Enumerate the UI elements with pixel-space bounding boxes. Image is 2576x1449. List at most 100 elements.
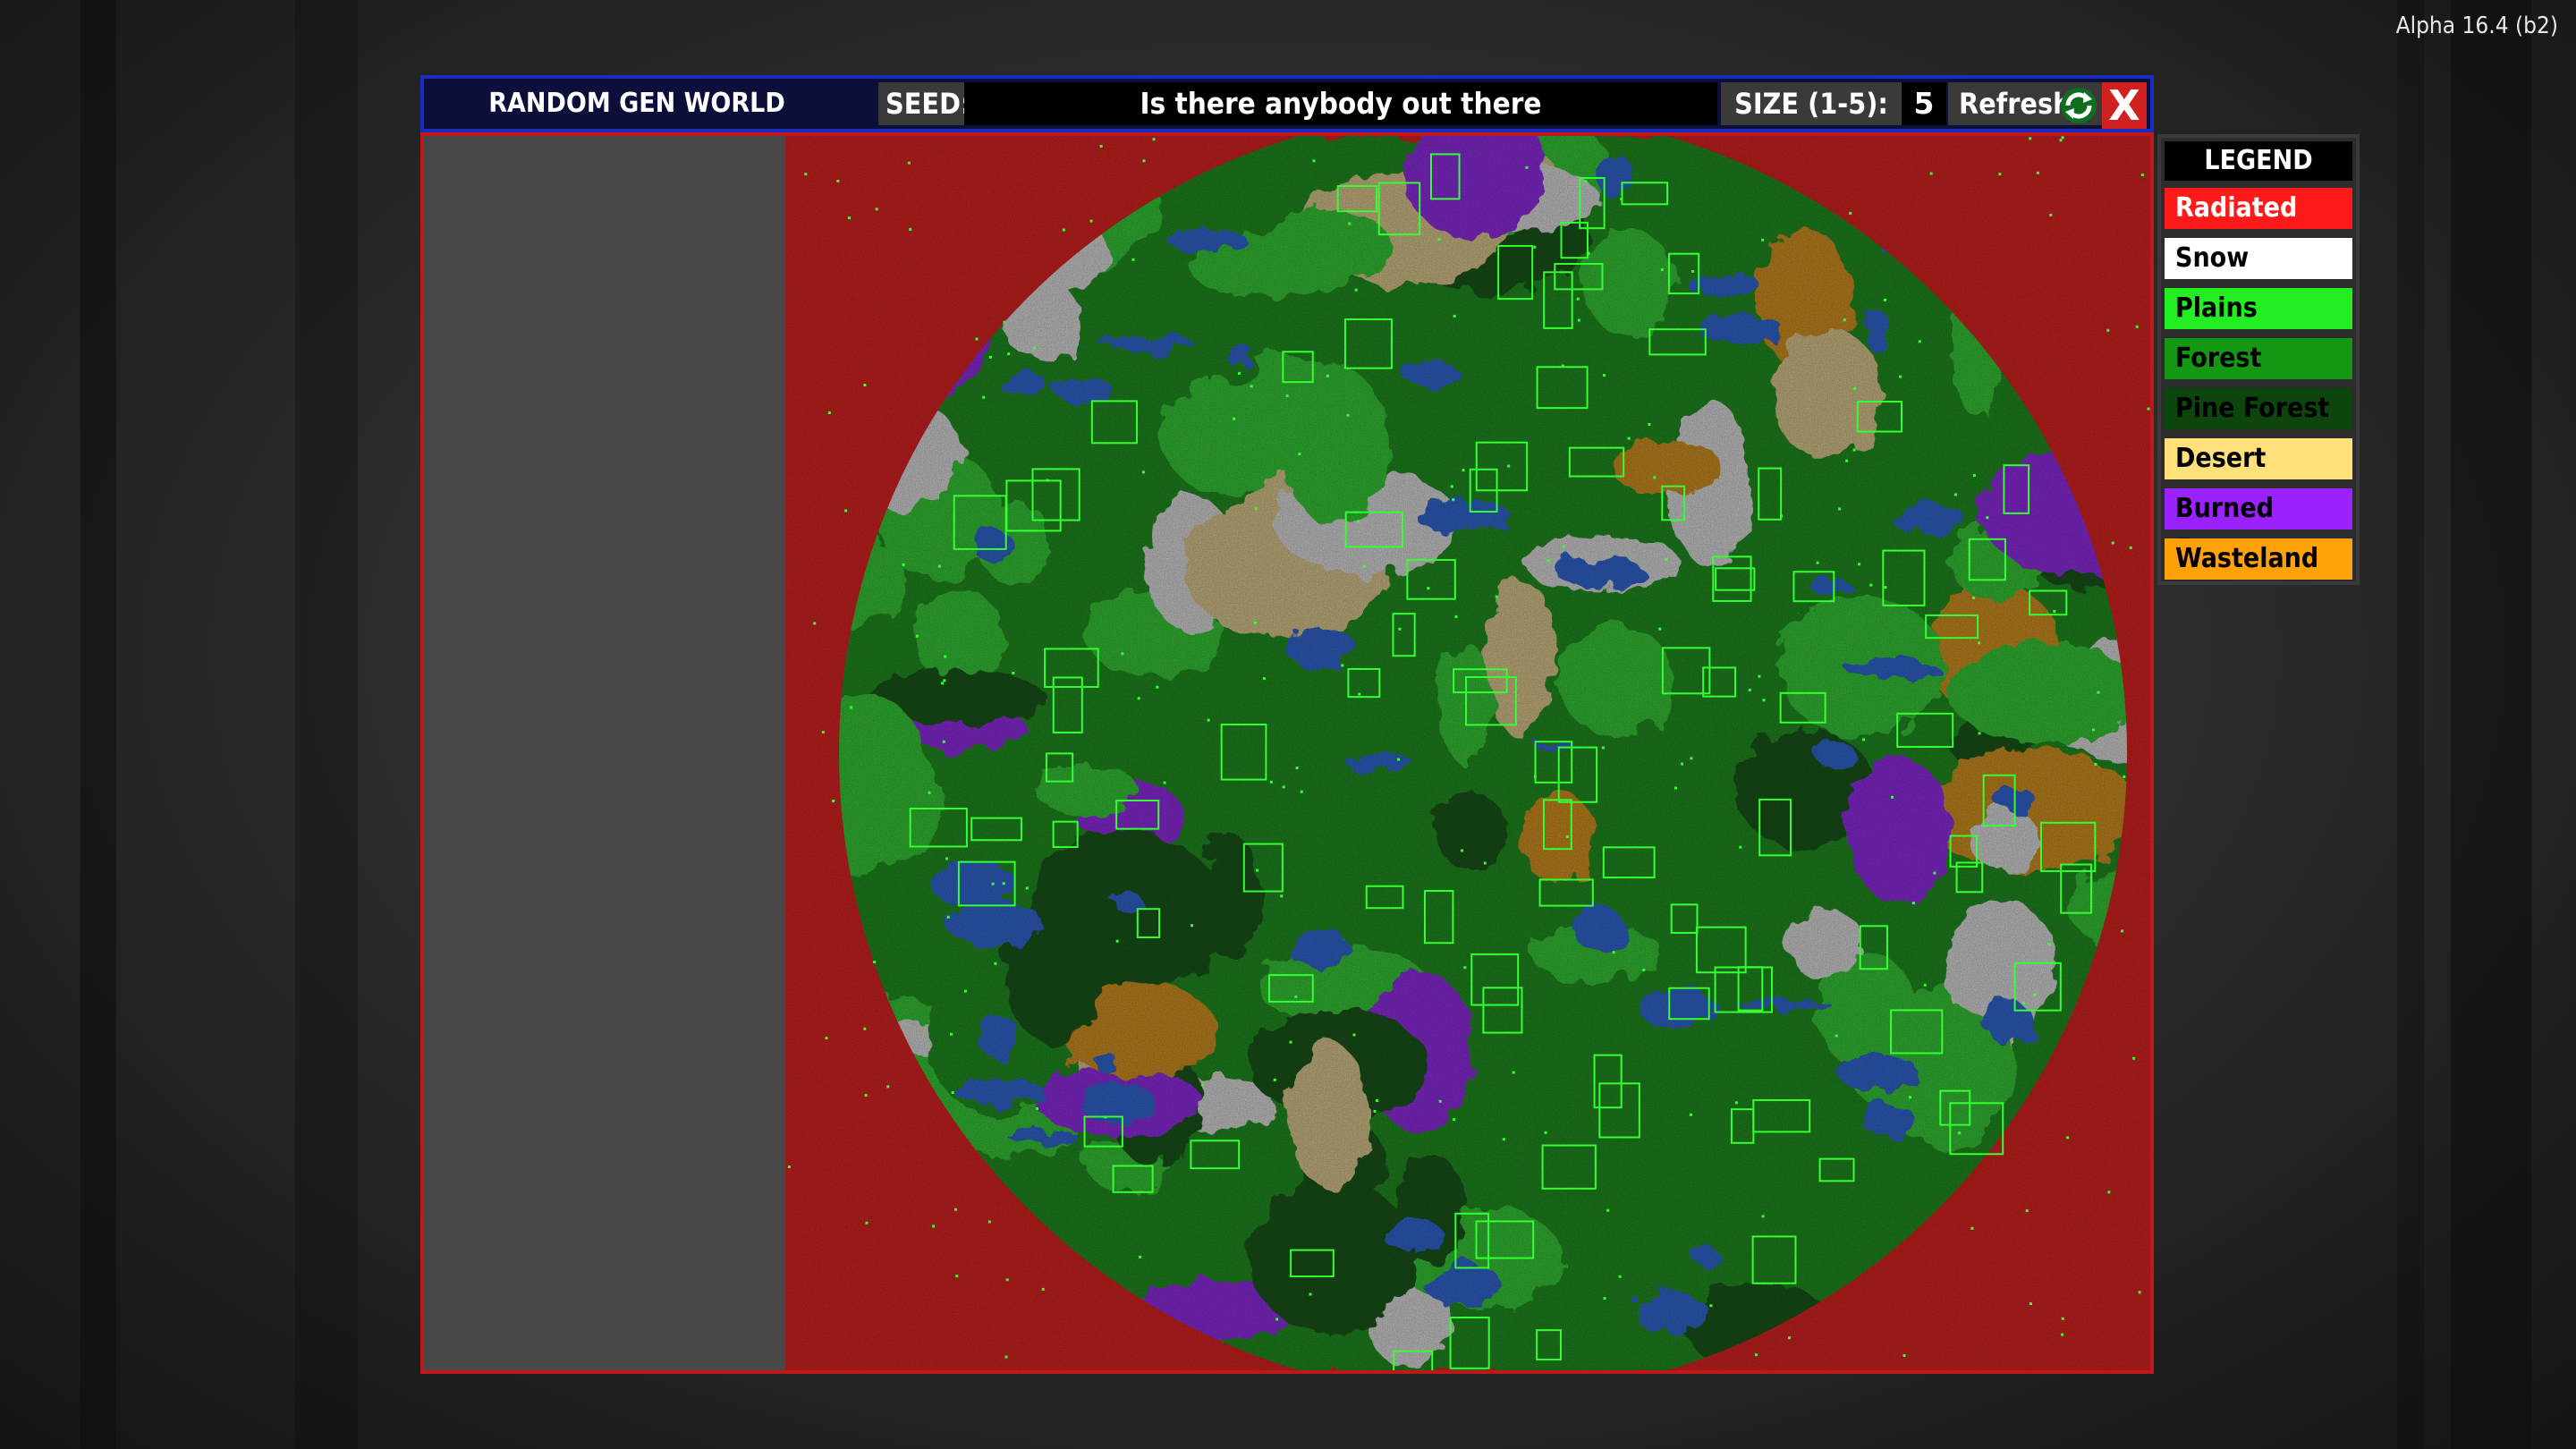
poi-dot [1453,314,1456,318]
poi-dot [865,1221,869,1224]
poi-dot [1139,1255,1142,1258]
size-input[interactable]: 5 [1902,82,1946,125]
poi-dot [1427,587,1430,590]
refresh-icon[interactable] [2057,86,2100,125]
poi-dot [963,989,967,993]
poi-dot [1046,479,1049,482]
poi-dot [907,161,911,165]
poi-dot [982,395,986,399]
poi-dot [1156,685,1159,689]
poi-dot [1862,738,1866,741]
poi-dot [1899,375,1902,378]
seed-label: SEED: [878,82,975,125]
poi-dot [1909,1096,1912,1099]
poi-dot [1648,423,1651,427]
poi-dot [2132,1056,2136,1060]
poi-dot [2121,929,2124,933]
poi-dot [1354,288,1358,292]
poi-dot [1207,718,1210,722]
poi-dot [1533,245,1537,249]
poi-dot [1358,692,1361,696]
poi-dot [1816,561,1819,564]
poi-dot [1620,198,1623,201]
poi-dot [1462,469,1465,472]
poi-dot [991,882,995,886]
close-button[interactable]: X [2102,82,2147,129]
poi-dot [2066,1136,2070,1140]
poi-dot [2138,1291,2141,1294]
poi-dot [1262,677,1266,681]
poi-dot [832,800,835,803]
poi-dot [1587,251,1590,255]
poi-dot [1397,758,1401,761]
poi-dot [1972,474,1976,478]
poi-dot [941,682,945,685]
legend-item: Pine Forest [2165,388,2352,429]
poi-dot [1627,436,1631,440]
legend-item: Forest [2165,338,2352,379]
poi-dot [937,564,941,568]
legend-item: Snow [2165,238,2352,279]
poi-dot [1003,320,1006,324]
poi-dot [1352,1033,1356,1037]
poi-dot [1658,627,1662,631]
poi-dot [2094,762,2097,766]
poi-dot [836,179,840,182]
window-title: RANDOM GEN WORLD PREVIEWER [488,88,785,169]
poi-dot [1507,464,1511,468]
poi-dot [1691,269,1695,273]
poi-dot [1294,995,1298,998]
poi-dot [2029,1302,2033,1306]
legend-panel: LEGEND Radiated Snow Plains Forest Pine Fore… [2157,134,2360,585]
poi-dot [1115,939,1119,943]
poi-dot [1142,159,1146,163]
poi-dot [1280,894,1284,898]
poi-dot [1450,485,1453,488]
version-label: Alpha 16.4 (b2) [2395,13,2558,39]
poi-dot [1576,297,1580,301]
poi-dot [988,355,992,359]
poi-dot [1761,1215,1765,1218]
poi-dot [2061,1333,2064,1336]
poi-dot [1463,966,1467,970]
poi-dot [1978,641,1981,645]
seed-input[interactable]: Is there anybody out there [964,82,1717,125]
poi-dot [2091,728,2095,732]
map-empty-region [424,136,785,1370]
poi-dot [932,1224,936,1228]
poi-dot [1884,586,1887,589]
poi-dot [1005,1278,1009,1282]
poi-dot [1933,871,1936,875]
poi-dot [2140,174,2144,177]
poi-dot [1562,545,1565,548]
poi-dot [1584,180,1588,183]
poi-dot [1502,1138,1505,1141]
poi-dot [1843,318,1846,322]
poi-dot [1689,1113,1692,1116]
poi-dot [2036,171,2039,174]
poi-dot [1890,795,1894,799]
poi-dot [1062,228,1065,232]
poi-dot [1642,968,1646,971]
poi-dot [875,208,878,211]
title-bar: RANDOM GEN WORLD PREVIEWER SEED: Is ther… [420,75,2154,169]
poi-dot [1998,173,2002,176]
poi-dot [1104,1115,1107,1119]
poi-dot [950,1032,953,1036]
size-label: SIZE (1-5): [1721,82,1902,125]
poi-dot [873,961,877,964]
poi-dot [1007,352,1011,356]
poi-dot [975,337,979,341]
poi-dot [1565,835,1569,838]
world-map[interactable] [785,136,2150,1370]
poi-dot [1250,385,1253,388]
poi-dot [2061,136,2064,140]
poi-dot [1309,1292,1312,1296]
poi-dot [2025,1209,2029,1213]
poi-dot [1300,790,1303,793]
poi-dot [1131,258,1135,261]
poi-dot [1461,849,1464,852]
poi-dot [1544,1131,1547,1134]
poi-dot [1032,346,1036,350]
poi-dot [942,740,945,743]
